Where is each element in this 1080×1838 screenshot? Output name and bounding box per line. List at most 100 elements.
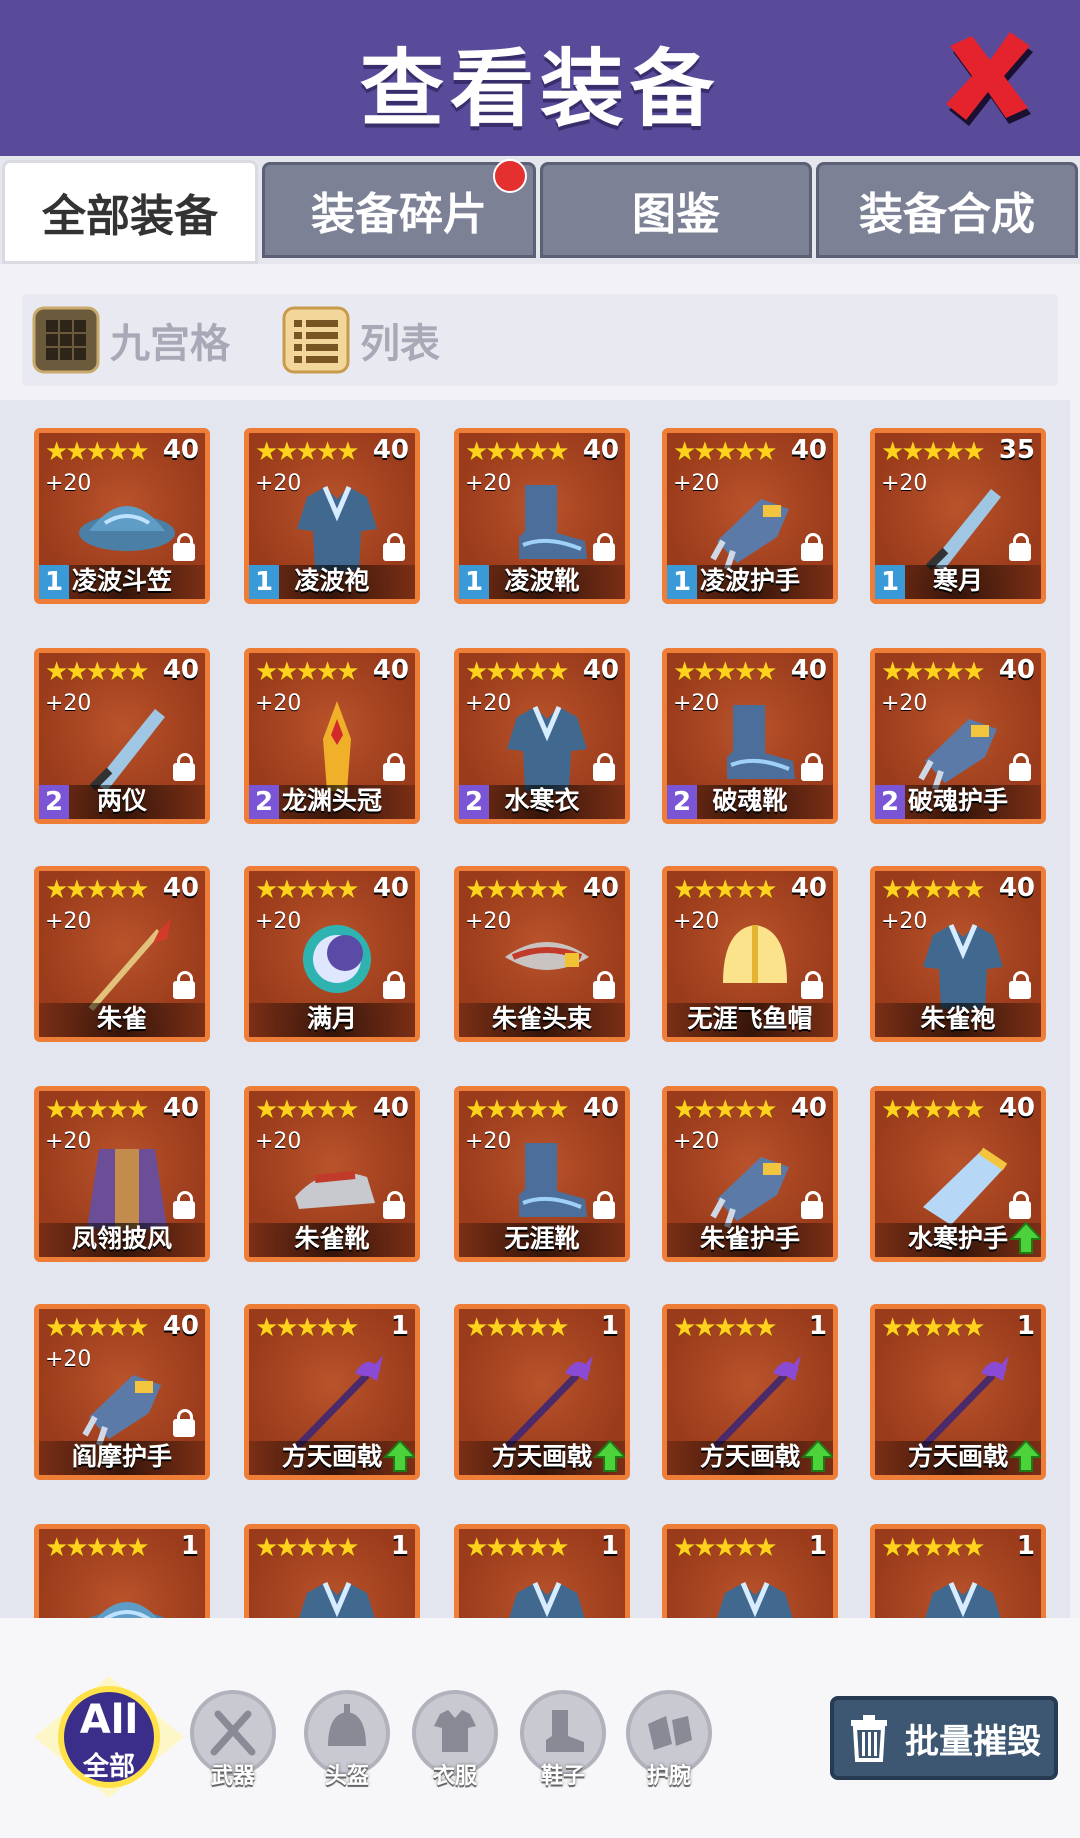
item-level: 40 (162, 1311, 199, 1341)
filter-shoe-label: 鞋子 (540, 1764, 585, 1789)
halberd-icon (710, 1355, 801, 1451)
item-level: 40 (162, 655, 199, 685)
upgrade-arrow-icon (383, 1439, 415, 1472)
equipment-card[interactable]: ★★★★★ 40 +20 朱雀 (34, 866, 210, 1042)
lock-icon (383, 971, 405, 999)
item-level: 40 (372, 655, 409, 685)
batch-destroy-label: 批量摧毁 (905, 1721, 1041, 1762)
enhance-level: +20 (255, 471, 302, 496)
equipment-card[interactable]: ★★★★★ 40 +20 凌波护手 1 (662, 428, 838, 604)
equipment-card[interactable]: ★★★★★ 40 +20 朱雀护手 (662, 1086, 838, 1262)
equipment-card[interactable]: ★★★★★ 35 +20 寒月 1 (870, 428, 1046, 604)
equipment-card[interactable]: ★★★★★ 40 +20 凌波斗笠 1 (34, 428, 210, 604)
item-level: 40 (582, 655, 619, 685)
tier-badge: 2 (249, 785, 279, 819)
star-rating: ★★★★★ (673, 437, 778, 467)
item-level: 40 (582, 1093, 619, 1123)
lock-icon (593, 971, 615, 999)
equipment-card[interactable]: ★★★★★ 40 +20 无涯飞鱼帽 (662, 866, 838, 1042)
tab-synthesis[interactable]: 装备合成 (816, 162, 1078, 258)
equipment-card[interactable]: ★★★★★ 1 方天画戟 (454, 1304, 630, 1480)
lock-icon (173, 1191, 195, 1219)
equipment-card[interactable]: ★★★★★ 40 +20 龙渊头冠 2 (244, 648, 420, 824)
equipment-card[interactable]: ★★★★★ 40 +20 凌波靴 1 (454, 428, 630, 604)
robe-icon (299, 1582, 375, 1618)
lock-icon (1009, 753, 1031, 781)
enhance-level: +20 (45, 691, 92, 716)
star-rating: ★★★★★ (45, 875, 150, 905)
item-level: 1 (808, 1311, 827, 1341)
lock-icon (593, 1191, 615, 1219)
star-rating: ★★★★★ (881, 657, 986, 687)
equipment-card[interactable]: ★★★★★ 1 方天画戟 (244, 1304, 420, 1480)
equipment-card[interactable]: ★★★★★ 1 (34, 1524, 210, 1618)
equipment-card[interactable]: ★★★★★ 1 (662, 1524, 838, 1618)
item-level: 40 (998, 655, 1035, 685)
item-level: 40 (162, 435, 199, 465)
view-grid-label: 九宫格 (110, 321, 230, 367)
view-list-option[interactable]: 列表 (282, 306, 440, 374)
filter-bracer-label: 护腕 (646, 1764, 691, 1789)
equipment-card[interactable]: ★★★★★ 1 (870, 1524, 1046, 1618)
star-rating: ★★★★★ (881, 1095, 986, 1125)
tab-label: 图鉴 (632, 189, 720, 240)
tab-all-equipment[interactable]: 全部装备 (2, 160, 258, 264)
tier-badge: 2 (39, 785, 69, 819)
equipment-card[interactable]: ★★★★★ 40 +20 破魂靴 2 (662, 648, 838, 824)
tab-equipment-fragments[interactable]: 装备碎片 (262, 159, 536, 258)
star-rating: ★★★★★ (45, 437, 150, 467)
equipment-card[interactable]: ★★★★★ 40 +20 朱雀头束 (454, 866, 630, 1042)
star-rating: ★★★★★ (673, 657, 778, 687)
item-level: 1 (390, 1531, 409, 1561)
equipment-card[interactable]: ★★★★★ 40 +20 水寒衣 2 (454, 648, 630, 824)
item-level: 40 (790, 873, 827, 903)
batch-destroy-button[interactable]: 批量摧毁 (830, 1696, 1058, 1780)
star-rating: ★★★★★ (673, 1533, 778, 1563)
star-rating: ★★★★★ (255, 657, 360, 687)
equipment-card[interactable]: ★★★★★ 40 +20 凤翎披风 (34, 1086, 210, 1262)
close-button[interactable] (932, 20, 1044, 132)
equipment-card[interactable]: ★★★★★ 40 +20 两仪 2 (34, 648, 210, 824)
robe-icon (509, 1582, 585, 1618)
lock-icon (173, 971, 195, 999)
filter-helmet-label: 头盔 (324, 1764, 369, 1789)
equipment-card[interactable]: ★★★★★ 1 方天画戟 (870, 1304, 1046, 1480)
halberd-icon (502, 1355, 593, 1451)
tier-badge: 1 (249, 565, 279, 599)
equipment-card[interactable]: ★★★★★ 40 +20 朱雀靴 (244, 1086, 420, 1262)
equipment-card[interactable]: ★★★★★ 40 +20 朱雀袍 (870, 866, 1046, 1042)
enhance-level: +20 (881, 691, 928, 716)
filter-weapon-label: 武器 (210, 1764, 255, 1789)
hat-icon (89, 1602, 165, 1618)
enhance-level: +20 (45, 909, 92, 934)
item-level: 40 (162, 1093, 199, 1123)
grid-icon (32, 306, 100, 374)
equipment-card[interactable]: ★★★★★ 1 方天画戟 (662, 1304, 838, 1480)
view-mode-bar: 九宫格 列表 (22, 294, 1058, 386)
star-rating: ★★★★★ (465, 1313, 570, 1343)
tier-badge: 1 (667, 565, 697, 599)
equipment-card[interactable]: ★★★★★ 40 +20 无涯靴 (454, 1086, 630, 1262)
tier-badge: 1 (875, 565, 905, 599)
tab-codex[interactable]: 图鉴 (540, 162, 812, 258)
item-level: 35 (998, 435, 1035, 465)
enhance-level: +20 (255, 691, 302, 716)
lock-icon (383, 1191, 405, 1219)
equipment-card[interactable]: ★★★★★ 1 (454, 1524, 630, 1618)
equipment-card[interactable]: ★★★★★ 40 +20 满月 (244, 866, 420, 1042)
equipment-card[interactable]: ★★★★★ 40 +20 破魂护手 2 (870, 648, 1046, 824)
item-name: 朱雀护手 (699, 1224, 800, 1253)
equipment-card[interactable]: ★★★★★ 40 +20 凌波袍 1 (244, 428, 420, 604)
tab-label: 装备合成 (859, 189, 1035, 240)
enhance-level: +20 (465, 909, 512, 934)
view-grid-option[interactable]: 九宫格 (32, 306, 230, 374)
item-level: 40 (998, 873, 1035, 903)
lock-icon (173, 1409, 195, 1437)
item-level: 1 (600, 1311, 619, 1341)
equipment-card[interactable]: ★★★★★ 40 水寒护手 (870, 1086, 1046, 1262)
lock-icon (173, 533, 195, 561)
equipment-card[interactable]: ★★★★★ 40 +20 阎摩护手 (34, 1304, 210, 1480)
item-level: 40 (162, 873, 199, 903)
equipment-card[interactable]: ★★★★★ 1 (244, 1524, 420, 1618)
gem-icon (923, 1147, 1008, 1225)
